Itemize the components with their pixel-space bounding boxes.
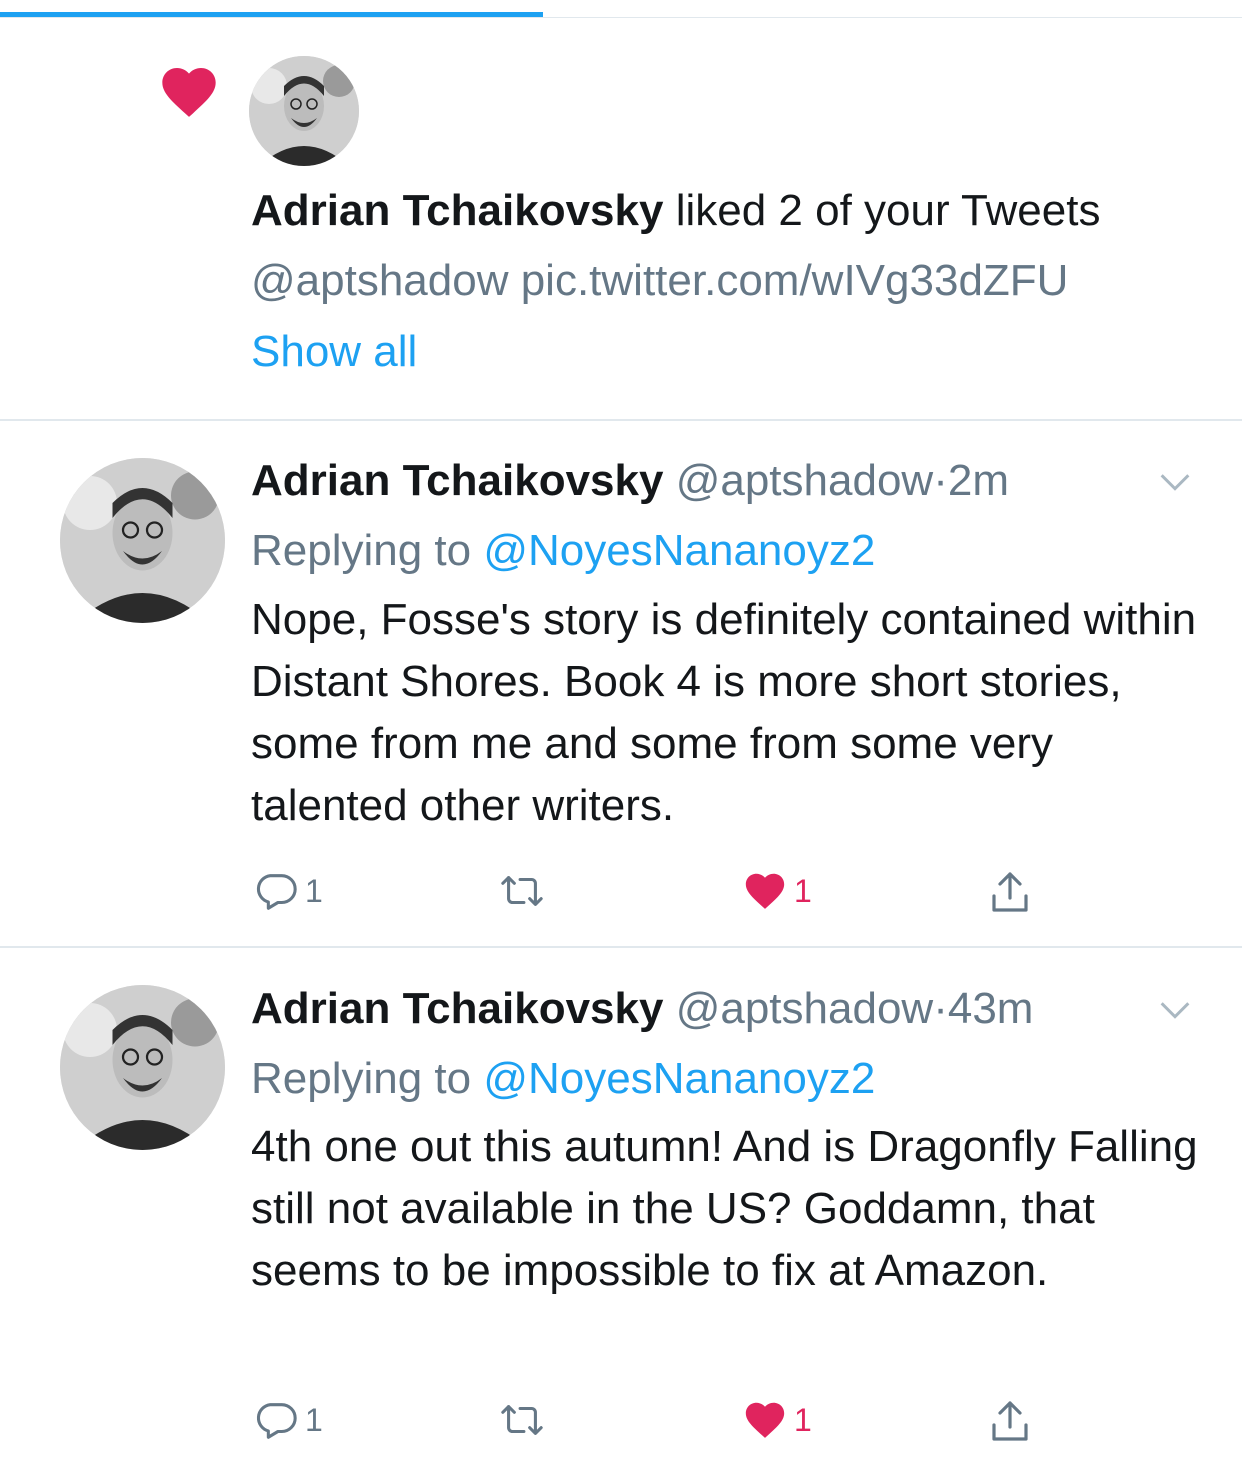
divider bbox=[0, 419, 1242, 421]
avatar-photo bbox=[60, 985, 225, 1150]
show-all-link[interactable]: Show all bbox=[251, 327, 417, 377]
retweet-button[interactable] bbox=[496, 868, 554, 914]
share-button[interactable] bbox=[986, 868, 1034, 918]
reply-count: 1 bbox=[305, 1401, 323, 1438]
tweet-header: Adrian Tchaikovsky @aptshadow·2m bbox=[251, 456, 1009, 506]
reply-icon bbox=[256, 874, 297, 910]
like-button[interactable]: 1 bbox=[742, 868, 812, 914]
heart-icon bbox=[162, 68, 216, 117]
replying-to: Replying to @NoyesNananoyz2 bbox=[251, 526, 875, 576]
separator-dot: · bbox=[933, 984, 948, 1033]
reply-button[interactable]: 1 bbox=[253, 868, 323, 914]
loading-progress-bar bbox=[0, 0, 1242, 18]
avatar[interactable] bbox=[249, 56, 359, 166]
retweet-button[interactable] bbox=[496, 1397, 554, 1443]
share-button[interactable] bbox=[986, 1397, 1034, 1447]
share-icon bbox=[992, 1401, 1028, 1441]
avatar-photo bbox=[60, 458, 225, 623]
tweet-text: 4th one out this autumn! And is Dragonfl… bbox=[251, 1122, 1198, 1295]
avatar[interactable] bbox=[60, 458, 225, 623]
like-count: 1 bbox=[794, 872, 812, 909]
retweet-icon bbox=[501, 1405, 543, 1435]
heart-icon bbox=[745, 873, 785, 909]
tweet-timestamp: 2m bbox=[947, 456, 1009, 505]
replying-to-mention[interactable]: @NoyesNananoyz2 bbox=[483, 1054, 875, 1103]
progress-baseline bbox=[0, 17, 1242, 18]
tweet-header: Adrian Tchaikovsky @aptshadow·43m bbox=[251, 984, 1033, 1034]
share-icon bbox=[992, 872, 1028, 912]
replying-to-mention[interactable]: @NoyesNananoyz2 bbox=[483, 526, 875, 575]
notification-action: liked 2 of your Tweets bbox=[663, 186, 1101, 235]
replying-to-label: Replying to bbox=[251, 1054, 484, 1103]
notification-text: Adrian Tchaikovsky liked 2 of your Tweet… bbox=[251, 186, 1100, 236]
avatar[interactable] bbox=[60, 985, 225, 1150]
heart-icon bbox=[745, 1402, 785, 1438]
tweet-author-handle[interactable]: @aptshadow bbox=[676, 984, 934, 1033]
avatar-photo bbox=[249, 56, 359, 166]
tweet-timestamp: 43m bbox=[947, 984, 1034, 1033]
reply-count: 1 bbox=[305, 872, 323, 909]
retweet-icon bbox=[501, 876, 543, 906]
tweet-text: Nope, Fosse's story is definitely contai… bbox=[251, 595, 1197, 830]
reply-icon bbox=[256, 1403, 297, 1439]
reply-button[interactable]: 1 bbox=[253, 1397, 323, 1443]
notification-tweet-preview[interactable]: @aptshadow pic.twitter.com/wIVg33dZFU bbox=[251, 256, 1068, 306]
tweet-author-name[interactable]: Adrian Tchaikovsky bbox=[251, 456, 663, 505]
like-button[interactable]: 1 bbox=[742, 1397, 812, 1443]
notification-user-name[interactable]: Adrian Tchaikovsky bbox=[251, 186, 663, 235]
tweet-author-name[interactable]: Adrian Tchaikovsky bbox=[251, 984, 663, 1033]
tweet-author-handle[interactable]: @aptshadow bbox=[676, 456, 934, 505]
like-count: 1 bbox=[794, 1401, 812, 1438]
chevron-down-icon[interactable] bbox=[1155, 990, 1195, 1030]
separator-dot: · bbox=[933, 456, 948, 505]
replying-to-label: Replying to bbox=[251, 526, 484, 575]
divider bbox=[0, 946, 1242, 948]
chevron-down-icon[interactable] bbox=[1155, 462, 1195, 502]
replying-to: Replying to @NoyesNananoyz2 bbox=[251, 1054, 875, 1104]
